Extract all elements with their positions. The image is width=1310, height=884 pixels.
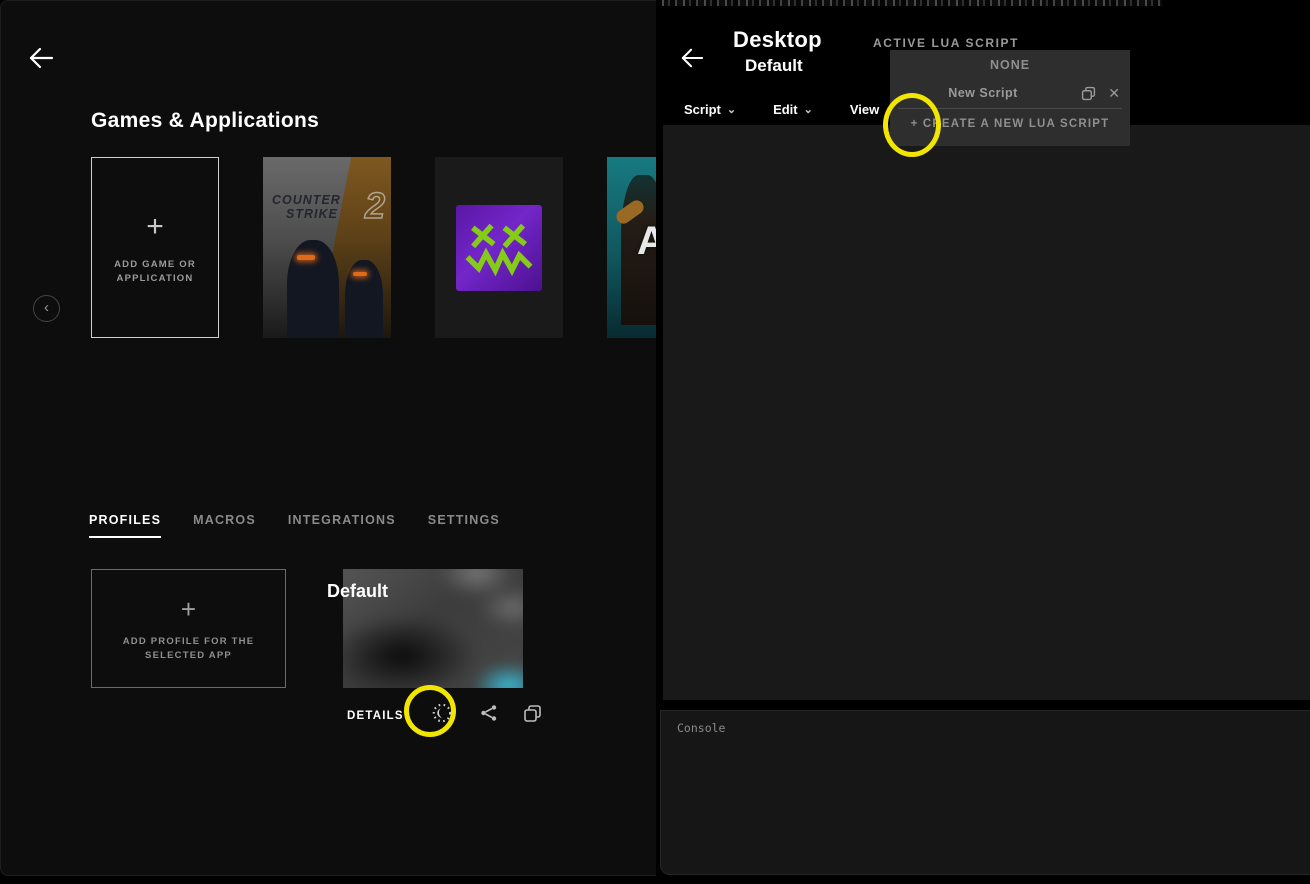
chevron-down-icon: ⌄ [804,103,813,116]
cs2-number: 2 [365,185,385,227]
delete-script-button[interactable]: ✕ [1108,85,1120,102]
menu-edit[interactable]: Edit ⌄ [773,102,813,117]
carousel-left-button[interactable]: ‹ [33,295,60,322]
graffiti-artwork [456,205,542,291]
back-button[interactable] [28,46,54,70]
add-profile-label-line2: SELECTED APP [145,649,232,663]
back-arrow-icon [680,47,704,69]
game-tile-counter-strike-2[interactable]: COUNTER STRIKE 2 [263,157,391,338]
create-new-lua-script-button[interactable]: + CREATE A NEW LUA SCRIPT [890,118,1130,130]
menu-script[interactable]: Script ⌄ [684,102,736,117]
dropdown-option-none[interactable]: NONE [890,58,1130,72]
share-icon [480,704,498,727]
tab-profiles[interactable]: PROFILES [89,513,161,538]
profile-name: Default [327,581,388,602]
background-window-titlebar-fragment [662,0,1162,6]
chevron-left-icon: ‹ [44,300,49,315]
active-lua-script-label[interactable]: ACTIVE LUA SCRIPT [873,36,1019,50]
editor-back-button[interactable] [680,47,704,69]
add-profile-label-line1: ADD PROFILE FOR THE [123,635,255,649]
add-game-label-line2: APPLICATION [117,272,194,286]
game-tile-purple-graffiti[interactable] [435,157,563,338]
dropdown-option-new-script-row: New Script ✕ [890,83,1130,107]
console-panel[interactable]: Console [660,710,1310,875]
editor-menubar: Script ⌄ Edit ⌄ View [684,102,879,117]
cs2-logo-text: COUNTER STRIKE [272,193,341,221]
share-button[interactable] [480,704,498,727]
lua-script-editor-window: Desktop Default ACTIVE LUA SCRIPT Script… [656,8,1310,875]
dropdown-option-new-script[interactable]: New Script [890,86,1076,100]
add-game-label-line1: ADD GAME OR [114,258,196,272]
active-lua-script-dropdown: NONE New Script ✕ + CREATE A NEW LUA SCR… [890,50,1130,146]
code-editor-area[interactable] [663,125,1310,700]
details-button[interactable]: DETAILS [347,710,404,722]
plus-icon: + [146,210,164,244]
ghub-main-window: Games & Applications ‹ + ADD GAME OR APP… [0,0,656,876]
duplicate-script-button[interactable] [1081,86,1096,106]
back-arrow-icon [28,46,54,70]
gear-icon [431,702,453,729]
section-tabs: PROFILES MACROS INTEGRATIONS SETTINGS [89,513,500,538]
add-profile-tile[interactable]: + ADD PROFILE FOR THE SELECTED APP [91,569,286,688]
console-label: Console [677,721,725,735]
tab-macros[interactable]: MACROS [193,513,256,538]
tab-integrations[interactable]: INTEGRATIONS [288,513,396,538]
add-game-tile[interactable]: + ADD GAME OR APPLICATION [91,157,219,338]
cs2-visor-glow [297,255,315,260]
duplicate-profile-button[interactable] [523,704,542,728]
profile-actions-row: DETAILS [347,702,542,729]
tab-settings[interactable]: SETTINGS [428,513,500,538]
page-title: Games & Applications [91,109,319,133]
menu-view[interactable]: View [850,102,879,117]
copy-icon [523,704,542,728]
game-tile-teal[interactable]: A [607,157,656,338]
chevron-down-icon: ⌄ [727,103,736,116]
editor-subtitle: Default [745,56,803,76]
teal-title-letter: A [637,219,656,264]
cs2-visor-glow [353,272,367,276]
dropdown-divider [898,108,1122,109]
profile-settings-button[interactable] [431,702,453,729]
plus-icon: + [181,594,196,625]
editor-title: Desktop [733,27,822,53]
copy-icon [1081,86,1096,106]
close-icon: ✕ [1108,85,1120,101]
